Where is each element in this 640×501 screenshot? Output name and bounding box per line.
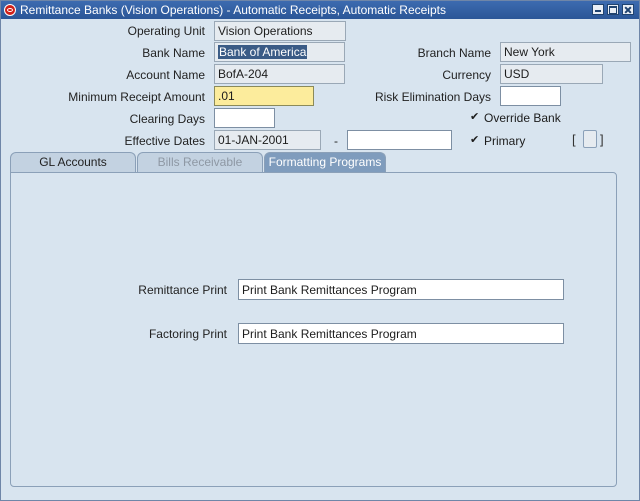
descriptive-flexfield-open-bracket: [	[572, 132, 576, 147]
tab-bills-receivable: Bills Receivable	[137, 152, 263, 172]
factoring-print-label: Factoring Print	[148, 327, 227, 341]
risk-elimination-days-label: Risk Elimination Days	[374, 90, 491, 104]
descriptive-flexfield[interactable]	[583, 130, 597, 148]
override-bank-label: Override Bank	[484, 111, 561, 125]
minimize-icon[interactable]	[592, 4, 604, 15]
clearing-days-field[interactable]	[214, 108, 275, 128]
clearing-days-label: Clearing Days	[129, 112, 205, 126]
date-separator: -	[334, 134, 338, 148]
operating-unit-field[interactable]: Vision Operations	[214, 21, 346, 41]
override-bank-checkbox[interactable]: ✔	[470, 111, 482, 123]
min-receipt-amount-field[interactable]: .01	[214, 86, 314, 106]
descriptive-flexfield-close-bracket: ]	[600, 132, 604, 147]
primary-label: Primary	[484, 134, 526, 148]
primary-checkbox[interactable]: ✔	[470, 134, 482, 146]
risk-elimination-days-field[interactable]	[500, 86, 561, 106]
remittance-banks-window: Remittance Banks (Vision Operations) - A…	[0, 0, 640, 501]
min-receipt-amount-label: Minimum Receipt Amount	[68, 90, 205, 104]
remittance-print-field[interactable]: Print Bank Remittances Program	[238, 279, 564, 300]
title-bar: Remittance Banks (Vision Operations) - A…	[1, 1, 639, 19]
close-icon[interactable]	[622, 4, 634, 15]
account-name-field[interactable]: BofA-204	[214, 64, 345, 84]
formatting-programs-panel: Remittance Print Print Bank Remittances …	[10, 172, 617, 487]
bank-name-label: Bank Name	[142, 46, 205, 60]
currency-label: Currency	[442, 68, 491, 82]
window-title: Remittance Banks (Vision Operations) - A…	[20, 3, 446, 17]
operating-unit-label: Operating Unit	[127, 24, 205, 38]
account-name-label: Account Name	[126, 68, 205, 82]
effective-date-to-field[interactable]	[347, 130, 452, 150]
factoring-print-field[interactable]: Print Bank Remittances Program	[238, 323, 564, 344]
effective-dates-label: Effective Dates	[124, 134, 205, 148]
effective-date-from-field[interactable]: 01-JAN-2001	[214, 130, 321, 150]
currency-field[interactable]: USD	[500, 64, 603, 84]
bank-name-value: Bank of America	[218, 45, 308, 59]
oracle-logo-icon	[4, 4, 16, 16]
branch-name-label: Branch Name	[417, 46, 491, 60]
remittance-print-label: Remittance Print	[138, 283, 227, 297]
tab-gl-accounts[interactable]: GL Accounts	[10, 152, 136, 172]
bank-name-field[interactable]: Bank of America	[214, 42, 345, 62]
branch-name-field[interactable]: New York	[500, 42, 631, 62]
tab-formatting-programs[interactable]: Formatting Programs	[264, 152, 386, 173]
maximize-icon[interactable]	[607, 4, 619, 15]
